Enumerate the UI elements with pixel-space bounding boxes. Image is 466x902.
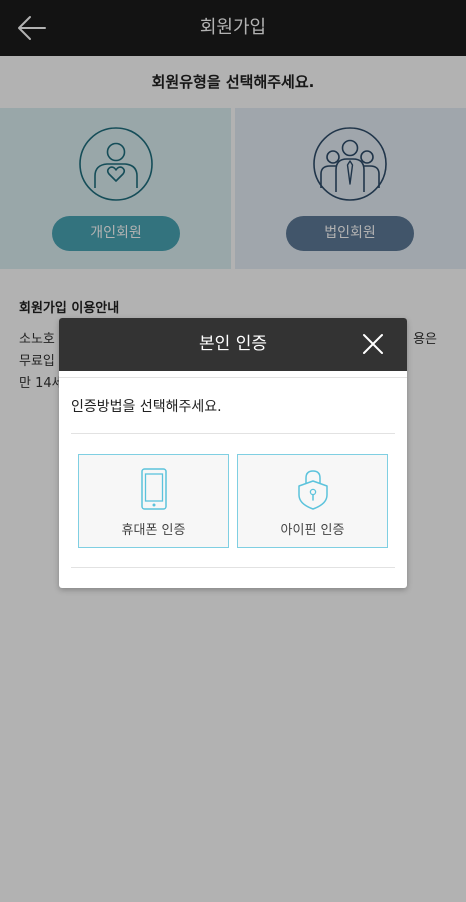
app-screen: 회원가입 회원유형을 선택해주세요. 개인회원 법인회원 회원가입 이용안내 소 bbox=[0, 0, 466, 902]
modal-header-separator bbox=[59, 371, 407, 378]
close-button[interactable] bbox=[359, 330, 387, 358]
modal-title: 본인 인증 bbox=[199, 334, 267, 354]
verification-method-prompt: 인증방법을 선택해주세요. bbox=[71, 399, 222, 415]
divider bbox=[71, 567, 395, 568]
phone-verification-button[interactable]: 휴대폰 인증 bbox=[78, 454, 229, 548]
modal-header: 본인 인증 bbox=[59, 318, 407, 371]
shield-lock-icon bbox=[297, 470, 328, 510]
ipin-verification-label: 아이핀 인증 bbox=[280, 523, 345, 538]
divider bbox=[71, 433, 395, 434]
ipin-verification-button[interactable]: 아이핀 인증 bbox=[237, 454, 388, 548]
close-icon bbox=[363, 334, 383, 354]
mobile-phone-icon bbox=[140, 468, 167, 510]
phone-verification-label: 휴대폰 인증 bbox=[121, 523, 186, 538]
identity-verification-modal: 본인 인증 인증방법을 선택해주세요. 휴대폰 인증 아이핀 인증 bbox=[59, 318, 407, 588]
